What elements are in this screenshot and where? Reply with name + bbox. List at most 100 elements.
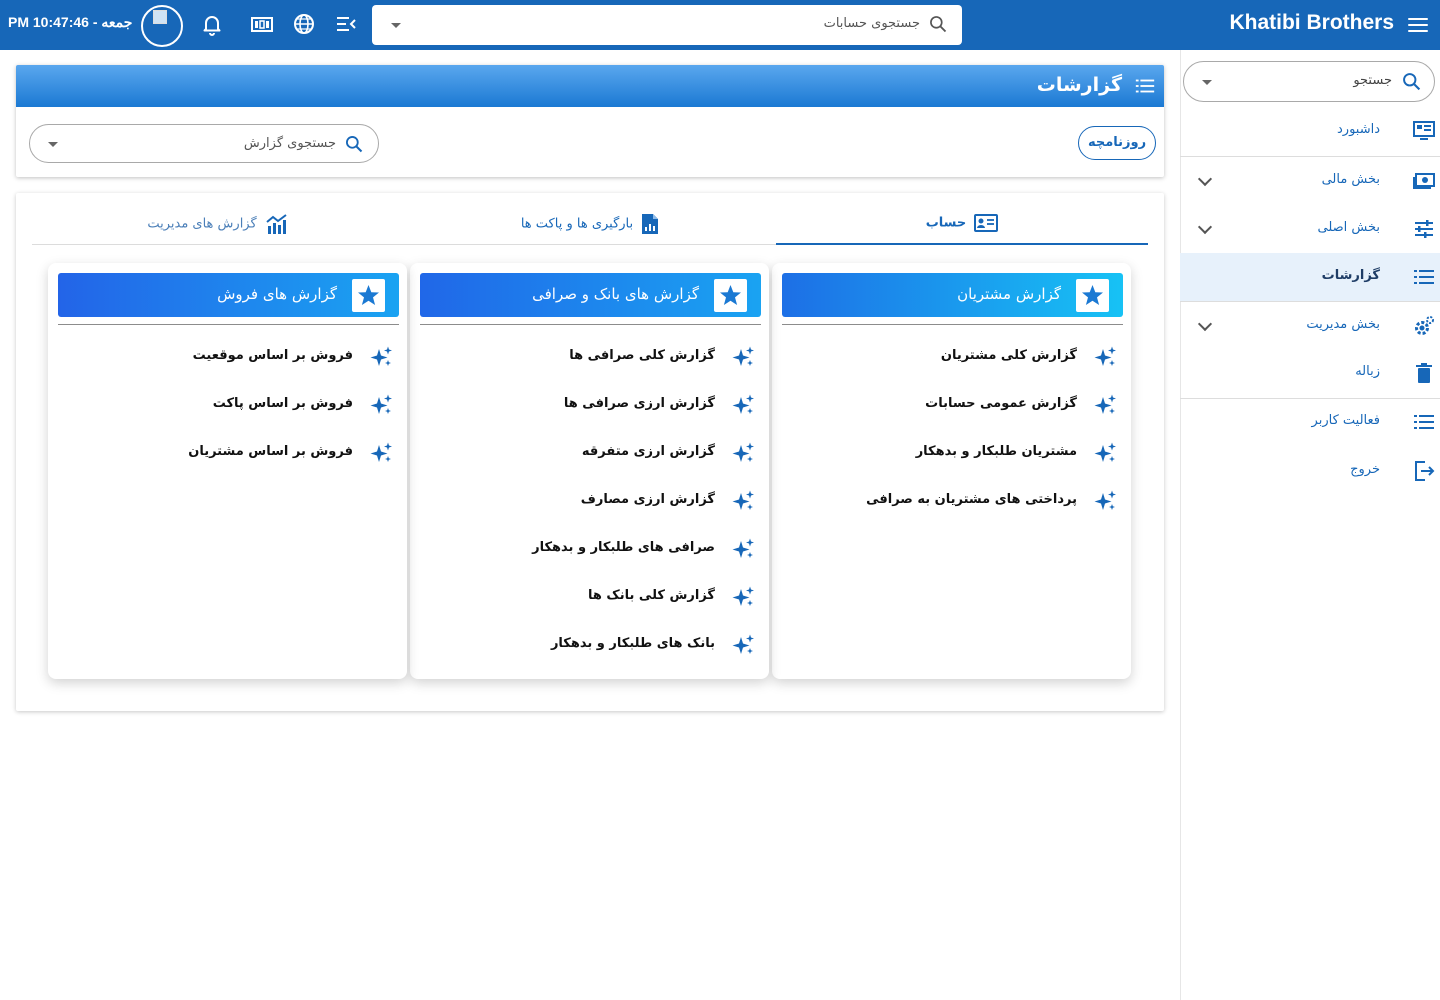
sparkle-icon [1094,394,1116,414]
divider [420,324,761,325]
search-icon [346,136,363,153]
divider [1180,301,1440,302]
journal-button[interactable]: روزنامچه [1078,126,1156,160]
accounts-search-input[interactable]: جستجوی حسابات [372,5,962,45]
sidebar-item-label: داشبورد [1337,122,1380,137]
sidebar-item-management[interactable]: بخش مدیریت [1180,303,1440,349]
report-group-title: گزارش مشتریان [957,285,1061,303]
sidebar-item-user-activity[interactable]: فعالیت کاربر [1180,399,1440,445]
globe-icon[interactable] [292,12,316,36]
report-tabs: حساب بارگیری ها و پاکت ها گزارش های مدیر… [32,193,1148,245]
reports-header-bar: گزارشات [16,65,1164,107]
sparkle-icon [732,490,754,510]
report-link[interactable]: فروش بر اساس پاکت [48,389,407,421]
report-link[interactable]: گزارش ارزی صرافی ها [410,389,769,421]
money-icon [1413,173,1435,189]
star-icon[interactable] [714,279,747,312]
sidebar-search-placeholder: جستجو [1353,73,1392,88]
sparkle-icon [1094,490,1116,510]
list-icon [1135,79,1155,93]
sparkle-icon [370,442,392,462]
report-link-label: گزارش ارزی مصارف [580,492,715,507]
report-group-customers: گزارش مشتریان گزارش کلی مشتریان گزارش عم… [772,263,1131,679]
report-search-input[interactable]: جستجوی گزارش [29,124,379,163]
chevron-down-icon[interactable] [1197,219,1213,235]
avatar[interactable] [141,5,183,47]
report-link-label: گزارش عمومی حسابات [925,396,1077,411]
report-link-label: گزارش کلی بانک ها [588,588,715,603]
sidebar-item-main-section[interactable]: بخش اصلی [1180,206,1440,252]
report-link[interactable]: گزارش کلی بانک ها [410,581,769,613]
sparkle-icon [370,346,392,366]
chevron-down-icon[interactable] [1197,316,1213,332]
chevron-down-icon[interactable] [391,23,401,28]
collapse-menu-icon[interactable] [334,12,358,36]
divider [1180,156,1440,157]
chevron-down-icon[interactable] [48,142,58,147]
sidebar-item-label: خروج [1350,462,1380,477]
report-link-label: صرافی های طلبکار و بدهکار [532,540,715,555]
sidebar-item-reports[interactable]: گزارشات [1180,253,1440,301]
star-icon[interactable] [1076,279,1109,312]
star-icon[interactable] [352,279,385,312]
sparkle-icon [1094,346,1116,366]
chart-trend-icon [266,214,287,234]
sidebar-item-label: فعالیت کاربر [1311,413,1380,428]
report-link-label: گزارش کلی صرافی ها [569,348,715,363]
brand-title: Khatibi Brothers [1229,11,1394,34]
sparkle-icon [370,394,392,414]
sidebar-item-trash[interactable]: زباله [1180,350,1440,396]
report-search-placeholder: جستجوی گزارش [243,136,336,151]
report-link-label: گزارش کلی مشتریان [940,348,1077,363]
chevron-down-icon[interactable] [1197,171,1213,187]
top-app-bar: Khatibi Brothers جستجوی حسابات جمعه - 10… [0,0,1440,50]
chevron-down-icon[interactable] [1202,80,1212,85]
report-group-sales: گزارش های فروش فروش بر اساس موقعیت فروش … [48,263,407,679]
report-link[interactable]: گزارش ارزی مصارف [410,485,769,517]
report-group-header: گزارش مشتریان [782,273,1123,317]
sidebar-search-input[interactable]: جستجو [1183,61,1435,102]
currency-icon[interactable] [250,12,274,36]
sidebar-item-label: زباله [1355,364,1380,379]
report-link[interactable]: مشتریان طلبکار و بدهکار [772,437,1131,469]
report-link[interactable]: گزارش کلی مشتریان [772,341,1131,373]
report-group-header: گزارش های فروش [58,273,399,317]
sidebar-item-logout[interactable]: خروج [1180,448,1440,494]
tab-management-reports[interactable]: گزارش های مدیریت [32,193,404,245]
sparkle-icon [1094,442,1116,462]
report-link[interactable]: گزارش عمومی حسابات [772,389,1131,421]
tab-account[interactable]: حساب [776,193,1148,245]
report-link[interactable]: بانک های طلبکار و بدهکار [410,629,769,661]
report-link[interactable]: پرداختی های مشتریان به صرافی [772,485,1131,517]
page-title: گزارشات [1036,74,1122,96]
report-link[interactable]: فروش بر اساس موقعیت [48,341,407,373]
report-group-title: گزارش های بانک و صرافی [532,285,699,303]
menu-icon[interactable] [1406,14,1430,36]
sparkle-icon [732,538,754,558]
sidebar: جستجو داشبورد بخش مالی بخش اصلی گزارشات … [1180,50,1440,1000]
report-link[interactable]: گزارش کلی صرافی ها [410,341,769,373]
report-group-header: گزارش های بانک و صرافی [420,273,761,317]
reports-header-card: گزارشات روزنامچه جستجوی گزارش [16,65,1164,177]
report-group-title: گزارش های فروش [217,285,337,303]
sparkle-icon [732,442,754,462]
sidebar-item-label: بخش مدیریت [1306,317,1380,332]
report-link-label: گزارش ارزی صرافی ها [563,396,715,411]
sidebar-item-finance[interactable]: بخش مالی [1180,158,1440,204]
trash-icon [1416,363,1432,383]
report-link[interactable]: فروش بر اساس مشتریان [48,437,407,469]
clock-datetime: جمعه - 10:47:46 PM [8,14,133,30]
contact-card-icon [974,214,999,232]
sparkle-icon [732,634,754,654]
tab-loadings-packets[interactable]: بارگیری ها و پاکت ها [404,193,776,245]
tab-label: حساب [925,215,967,231]
report-link[interactable]: صرافی های طلبکار و بدهکار [410,533,769,565]
report-link-label: مشتریان طلبکار و بدهکار [915,444,1077,459]
sidebar-item-dashboard[interactable]: داشبورد [1180,108,1440,154]
report-group-bank-exchange: گزارش های بانک و صرافی گزارش کلی صرافی ه… [410,263,769,679]
document-chart-icon [642,214,659,234]
sidebar-item-label: بخش اصلی [1317,220,1380,235]
bell-icon[interactable] [200,12,224,36]
report-link[interactable]: گزارش ارزی متفرقه [410,437,769,469]
list-icon [1414,415,1434,429]
